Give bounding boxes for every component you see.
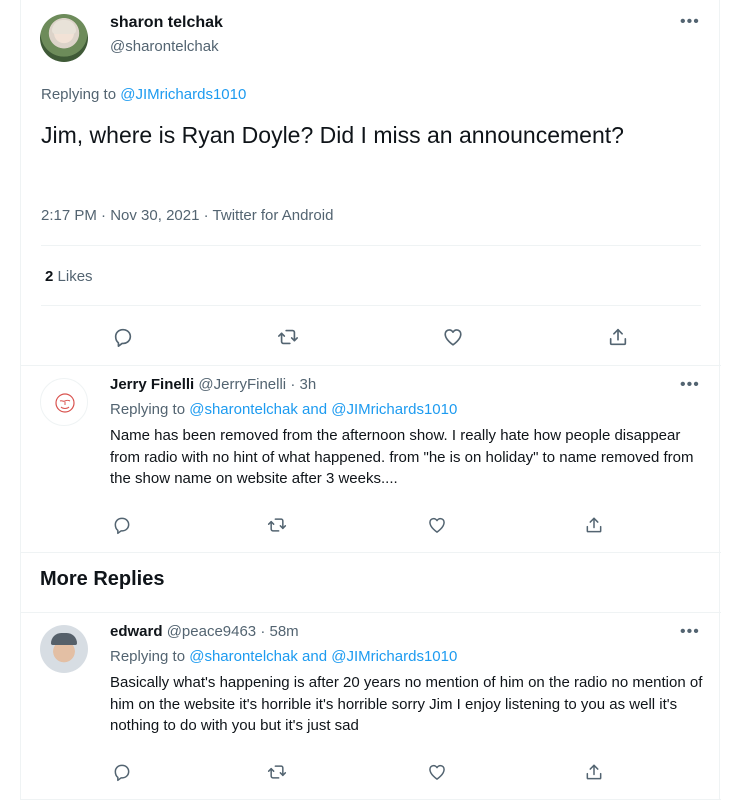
mention-link[interactable]: @JIMrichards1010: [120, 86, 246, 103]
like-icon[interactable]: [424, 759, 450, 785]
avatar-cap: [51, 633, 77, 645]
more-icon[interactable]: •••: [680, 624, 700, 640]
more-icon[interactable]: •••: [680, 377, 700, 393]
mention-link[interactable]: @sharontelchak: [189, 648, 298, 665]
share-icon[interactable]: [581, 512, 607, 538]
tweet-text: Basically what's happening is after 20 y…: [110, 674, 703, 734]
replying-to: Replying to @JIMrichards1010: [41, 86, 246, 103]
separator: ·: [260, 623, 266, 640]
retweet-icon[interactable]: [264, 759, 290, 785]
divider: [41, 245, 701, 246]
share-icon[interactable]: [605, 324, 631, 350]
more-replies-heading: More Replies: [40, 568, 165, 590]
separator: ·: [290, 376, 296, 393]
mention-link[interactable]: @sharontelchak: [189, 401, 298, 418]
separator: ·: [203, 207, 209, 224]
avatar-hair: [52, 20, 76, 34]
main-tweet: sharon telchak @sharontelchak ••• Replyi…: [21, 0, 721, 366]
tweet-actions: [21, 512, 721, 538]
replying-to: Replying to @sharontelchak and @JIMricha…: [110, 401, 457, 418]
author-name[interactable]: Jerry Finelli: [110, 376, 194, 393]
reply-tweet[interactable]: Jerry Finelli @JerryFinelli · 3h ••• Rep…: [21, 366, 721, 553]
tweet-source[interactable]: Twitter for Android: [213, 207, 334, 224]
author-handle[interactable]: @peace9463: [167, 623, 256, 640]
tweet-text: Jim, where is Ryan Doyle? Did I miss an …: [41, 122, 624, 148]
share-icon[interactable]: [581, 759, 607, 785]
tweet-time[interactable]: 2:17 PM: [41, 207, 97, 224]
avatar[interactable]: [40, 14, 88, 62]
sketch-face-icon: [55, 393, 75, 413]
mention-link[interactable]: @JIMrichards1010: [331, 648, 457, 665]
replying-prefix: Replying to: [41, 86, 117, 103]
replying-and: and: [302, 401, 328, 418]
retweet-icon[interactable]: [275, 324, 301, 350]
tweet-age[interactable]: 3h: [299, 376, 316, 393]
author-name[interactable]: edward: [110, 623, 163, 640]
reply-icon[interactable]: [109, 512, 135, 538]
tweet-actions: [21, 320, 721, 354]
like-icon[interactable]: [424, 512, 450, 538]
likes-link[interactable]: 2 Likes: [45, 268, 93, 285]
reply-header: edward @peace9463 · 58m: [110, 623, 299, 640]
tweet-text: Name has been removed from the afternoon…: [110, 427, 694, 487]
author-handle[interactable]: @JerryFinelli: [198, 376, 286, 393]
reply-tweet[interactable]: edward @peace9463 · 58m ••• Replying to …: [21, 612, 721, 800]
tweet-meta: 2:17 PM · Nov 30, 2021 · Twitter for And…: [41, 207, 333, 224]
separator: ·: [101, 207, 107, 224]
replying-prefix: Replying to: [110, 648, 186, 665]
tweet-actions: [21, 759, 721, 785]
replying-to: Replying to @sharontelchak and @JIMricha…: [110, 648, 457, 665]
conversation-column: sharon telchak @sharontelchak ••• Replyi…: [20, 0, 721, 800]
avatar[interactable]: [40, 378, 88, 426]
reply-header: Jerry Finelli @JerryFinelli · 3h: [110, 376, 316, 393]
author-name[interactable]: sharon telchak: [110, 14, 223, 32]
like-icon[interactable]: [440, 324, 466, 350]
tweet-date[interactable]: Nov 30, 2021: [110, 207, 199, 224]
reply-icon[interactable]: [110, 324, 136, 350]
avatar[interactable]: [40, 625, 88, 673]
mention-link[interactable]: @JIMrichards1010: [331, 401, 457, 418]
retweet-icon[interactable]: [264, 512, 290, 538]
likes-label: Likes: [57, 268, 93, 285]
author-handle[interactable]: @sharontelchak: [110, 38, 219, 55]
more-icon[interactable]: •••: [680, 14, 700, 30]
replying-and: and: [302, 648, 328, 665]
replying-prefix: Replying to: [110, 401, 186, 418]
tweet-age[interactable]: 58m: [270, 623, 299, 640]
likes-count: 2: [45, 268, 54, 285]
reply-icon[interactable]: [109, 759, 135, 785]
divider: [41, 305, 701, 306]
